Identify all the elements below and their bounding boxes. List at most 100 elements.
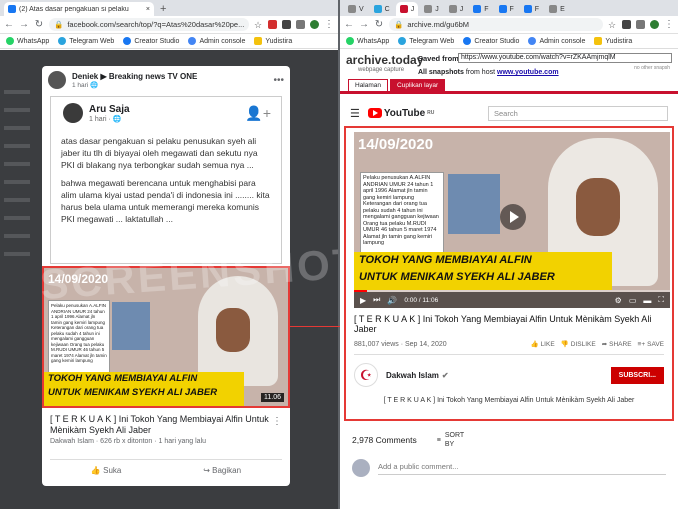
separator (354, 354, 664, 355)
back-icon[interactable]: ← (344, 19, 354, 30)
video-duration: 11.06 (261, 393, 284, 402)
menu-kebab-icon[interactable]: ⋮ (664, 19, 674, 30)
view-count: 881,007 views · Sep 14, 2020 (354, 340, 447, 348)
star-icon[interactable]: ☆ (254, 20, 263, 30)
video-date: 14/09/2020 (48, 272, 109, 286)
share-button[interactable]: ➦ SHARE (602, 340, 632, 349)
post-paragraph-1: atas dasar pengakuan si pelaku penusukan… (61, 136, 258, 170)
tab-favicon-icon (348, 5, 356, 13)
hamburger-menu-icon[interactable]: ☰ (350, 107, 360, 120)
youtube-logo[interactable]: YouTube RU (367, 108, 434, 119)
add-comment-input[interactable]: Add a public comment... (378, 462, 666, 475)
address-bar-right[interactable]: 🔒 archive.md/gu6bM (389, 18, 603, 31)
next-icon[interactable]: ⏭ (373, 295, 380, 305)
reload-icon[interactable]: ↻ (374, 19, 384, 30)
video-thumbnail[interactable]: 14/09/2020 Pelaku penusukan A.ALFIN ANDR… (42, 266, 290, 408)
youtube-search-input[interactable]: Search (488, 105, 668, 121)
tab-7[interactable]: F (494, 2, 518, 16)
tab-1[interactable]: V (344, 2, 368, 16)
lock-icon: 🔒 (394, 20, 404, 29)
bookmark-telegram[interactable]: Telegram Web (398, 37, 454, 45)
extension-icon-red[interactable] (268, 20, 277, 29)
tab-5[interactable]: J (444, 2, 468, 16)
volume-icon[interactable]: 🔊 (387, 296, 397, 305)
speaker-face (576, 178, 620, 236)
video-title[interactable]: [ T E R K U A K ] Ini Tokoh Yang Membiay… (50, 414, 282, 436)
inner-author: Aru Saja (89, 103, 130, 115)
tab-6[interactable]: F (469, 2, 493, 16)
save-button[interactable]: ≡+ SAVE (638, 341, 664, 348)
banner-line-1: TOKOH YANG MEMBIAYAI ALFIN (48, 373, 198, 384)
youtube-masthead: ☰ YouTube RU Search (340, 100, 678, 126)
menu-kebab-icon[interactable]: ⋮ (324, 19, 334, 30)
extension-icon-dark[interactable] (282, 20, 291, 29)
subscribe-button[interactable]: SUBSCRI... (610, 366, 664, 384)
youtube-player[interactable]: 14/09/2020 Pelaku penusukan A.ALFIN ANDR… (354, 132, 670, 308)
theater-icon[interactable]: ▬ (643, 296, 651, 305)
bookmarks-bar: WhatsApp Telegram Web Creator Studio Adm… (0, 34, 338, 49)
google-icon (188, 37, 197, 45)
channel-avatar[interactable]: ☪ (354, 363, 378, 387)
play-icon[interactable]: ▶ (360, 296, 366, 305)
youtube-play-icon (367, 108, 382, 118)
sort-by-button[interactable]: ≡ SORT BY (437, 431, 467, 449)
bookmark-creator-studio[interactable]: Creator Studio (123, 37, 179, 45)
sort-icon: ≡ (436, 436, 441, 444)
host-link[interactable]: www.youtube.com (497, 69, 559, 76)
facebook-favicon-icon (498, 5, 507, 13)
bookmark-whatsapp[interactable]: WhatsApp (6, 37, 49, 45)
channel-name[interactable]: Dakwah Islam (386, 371, 439, 380)
archive-view-tabs: Halaman Cuplikan layar (348, 79, 446, 91)
address-bar[interactable]: 🔒 facebook.com/search/top/?q=Atas%20dasa… (49, 18, 249, 31)
tab-title: (2) Atas dasar pengakuan si pelaku (19, 5, 129, 13)
tab-4[interactable]: J (420, 2, 443, 16)
tab-screenshot[interactable]: Cuplikan layar (390, 79, 446, 91)
bookmark-yudistira[interactable]: Yudistira (594, 37, 632, 45)
tab-archive-active[interactable]: J (395, 2, 419, 16)
share-button[interactable]: ↪ Bagikan (203, 466, 241, 475)
author-avatar[interactable] (48, 71, 66, 89)
star-icon[interactable]: ☆ (608, 20, 617, 30)
post-options-icon[interactable]: ••• (273, 75, 284, 86)
saved-from-url[interactable]: https://www.youtube.com/watch?v=rZKAAmjm… (458, 53, 672, 63)
tab-facebook-search[interactable]: (2) Atas dasar pengakuan si pelaku × (4, 2, 154, 16)
all-snapshots-label[interactable]: All snapshots (418, 69, 464, 76)
yudistira-icon (594, 37, 603, 45)
play-overlay-icon[interactable] (500, 204, 526, 230)
commenter-avatar (352, 459, 370, 477)
profile-avatar[interactable] (310, 20, 319, 29)
bookmark-admin-console[interactable]: Admin console (528, 37, 585, 45)
bookmark-admin-console[interactable]: Admin console (188, 37, 245, 45)
share-icon: ↪ (203, 466, 210, 475)
fullscreen-icon[interactable]: ⛶ (658, 295, 664, 305)
like-button[interactable]: 👍 Suka (91, 466, 121, 475)
archive-header: archive.today webpage capture Saved from… (340, 49, 678, 94)
post-author[interactable]: Deniek ▶ Breaking news TV ONE (72, 72, 197, 81)
bookmark-creator-studio[interactable]: Creator Studio (463, 37, 519, 45)
verified-icon: ✔ (441, 370, 449, 380)
forward-icon[interactable]: → (19, 19, 29, 30)
settings-icon[interactable]: ⚙ (615, 296, 622, 305)
puzzle-icon[interactable] (636, 20, 645, 29)
back-icon[interactable]: ← (4, 19, 14, 30)
puzzle-icon[interactable] (296, 20, 305, 29)
bookmark-telegram[interactable]: Telegram Web (58, 37, 114, 45)
tab-page[interactable]: Halaman (348, 79, 389, 91)
tab-2[interactable]: C (369, 2, 394, 16)
dislike-button[interactable]: 👎 DISLIKE (561, 340, 596, 349)
profile-avatar[interactable] (650, 20, 659, 29)
miniplayer-icon[interactable]: ▭ (629, 296, 637, 305)
tab-8[interactable]: F (519, 2, 544, 16)
reload-icon[interactable]: ↻ (34, 19, 44, 30)
bookmark-whatsapp[interactable]: WhatsApp (346, 37, 389, 45)
like-button[interactable]: 👍 LIKE (530, 340, 554, 349)
extension-icon-dark[interactable] (622, 20, 631, 29)
bookmark-yudistira[interactable]: Yudistira (254, 37, 292, 45)
video-options-icon[interactable]: ⋮ (272, 416, 282, 427)
close-tab-icon[interactable]: × (146, 6, 150, 13)
post-time[interactable]: 1 hari (72, 82, 88, 89)
tab-favicon-icon (549, 5, 558, 13)
forward-icon[interactable]: → (359, 19, 369, 30)
new-tab-icon[interactable]: + (156, 2, 170, 16)
tab-9[interactable]: E (545, 2, 569, 16)
